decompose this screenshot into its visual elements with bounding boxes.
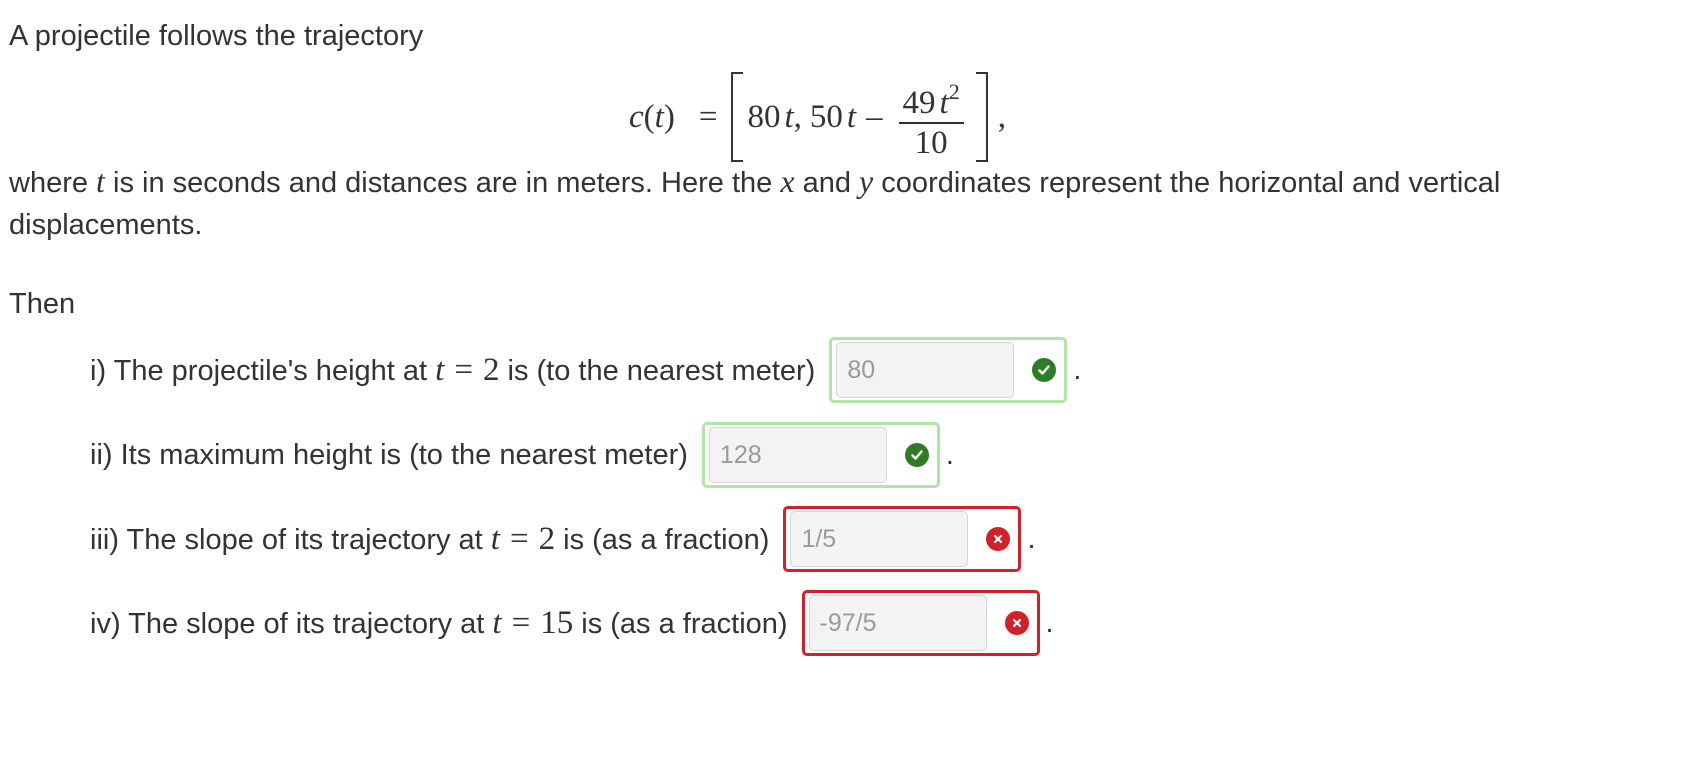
equation-lhs: c(t)	[629, 98, 675, 135]
trajectory-equation: c(t) = 80 t, 50 t – 49 t2 10 ,	[629, 62, 1006, 172]
question-3-answer-input[interactable]	[790, 511, 969, 567]
question-1-suffix: is (to the nearest meter)	[499, 354, 816, 387]
equation-lhs-var: t	[654, 98, 664, 135]
check-circle-icon	[1032, 358, 1057, 382]
desc-text-3: and	[794, 167, 860, 199]
equation-equals: =	[698, 98, 718, 135]
question-2-label: ii) Its maximum height is (to the neares…	[90, 438, 688, 471]
y-component-var: t	[846, 98, 857, 135]
question-4: iv) The slope of its trajectory at t = 15 …	[90, 588, 1054, 658]
equation-fraction: 49 t2 10	[898, 75, 964, 161]
equation-minus: –	[866, 98, 883, 135]
question-2-answer-box	[701, 422, 940, 488]
desc-var-x: x	[780, 163, 795, 199]
x-component-coef: 80	[747, 98, 781, 135]
check-circle-icon	[904, 443, 929, 467]
question-4-answer-box	[801, 590, 1040, 656]
question-2-answer-input[interactable]	[708, 427, 887, 483]
question-1-eq: =	[454, 351, 473, 388]
question-4-period: .	[1045, 606, 1054, 639]
left-bracket	[731, 72, 744, 162]
question-3-label: iii) The slope of its trajectory at t = 2 …	[90, 521, 769, 558]
question-3-period: .	[1027, 522, 1036, 555]
question-4-value: 15	[540, 604, 574, 641]
question-3-suffix: is (as a fraction)	[555, 523, 770, 556]
x-component-var: t	[784, 98, 794, 135]
question-4-prefix: iv) The slope of its trajectory at	[90, 607, 493, 640]
x-circle-icon	[1004, 611, 1029, 635]
fraction-denominator: 10	[914, 124, 948, 161]
desc-var-t: t	[96, 163, 105, 199]
question-1-prefix: i) The projectile's height at	[90, 354, 436, 387]
question-4-label: iv) The slope of its trajectory at t = 15 …	[90, 605, 788, 642]
problem-description: where t is in seconds and distances are …	[9, 160, 1699, 246]
question-2: ii) Its maximum height is (to the neares…	[90, 420, 954, 490]
numerator-var: t	[939, 84, 949, 121]
component-separator: ,	[793, 98, 802, 135]
x-circle-icon	[986, 527, 1011, 551]
equation-func: c	[629, 98, 644, 135]
desc-var-y: y	[859, 163, 874, 199]
question-1: i) The projectile's height at t = 2 is (to…	[90, 335, 1081, 405]
question-2-period: .	[945, 438, 954, 471]
fraction-numerator: 49 t2	[898, 75, 964, 124]
equation-trailing-comma: ,	[997, 98, 1006, 135]
numerator-exponent: 2	[948, 78, 960, 104]
question-3-value: 2	[538, 520, 556, 557]
question-1-var: t	[435, 351, 445, 388]
question-1-period: .	[1073, 353, 1082, 386]
right-bracket	[975, 72, 988, 162]
question-1-value: 2	[482, 351, 500, 388]
question-3-answer-box	[783, 506, 1022, 572]
question-3-eq: =	[509, 520, 529, 557]
then-label: Then	[9, 288, 76, 320]
question-3-prefix: iii) The slope of its trajectory at	[90, 523, 491, 556]
question-1-answer-box	[829, 337, 1068, 403]
question-4-var: t	[492, 604, 502, 641]
question-1-label: i) The projectile's height at t = 2 is (to…	[90, 352, 815, 389]
desc-text-1: where	[9, 167, 97, 199]
question-3-var: t	[490, 520, 500, 557]
question-4-eq: =	[511, 604, 531, 641]
question-4-suffix: is (as a fraction)	[573, 607, 788, 640]
y-component-coef: 50	[809, 98, 843, 135]
problem-intro: A projectile follows the trajectory	[9, 20, 424, 52]
question-4-answer-input[interactable]	[808, 595, 987, 651]
desc-text-2: is in seconds and distances are in meter…	[104, 167, 781, 199]
numerator-coef: 49	[902, 84, 936, 121]
question-1-answer-input[interactable]	[836, 342, 1015, 398]
question-3: iii) The slope of its trajectory at t = 2 …	[90, 504, 1036, 574]
